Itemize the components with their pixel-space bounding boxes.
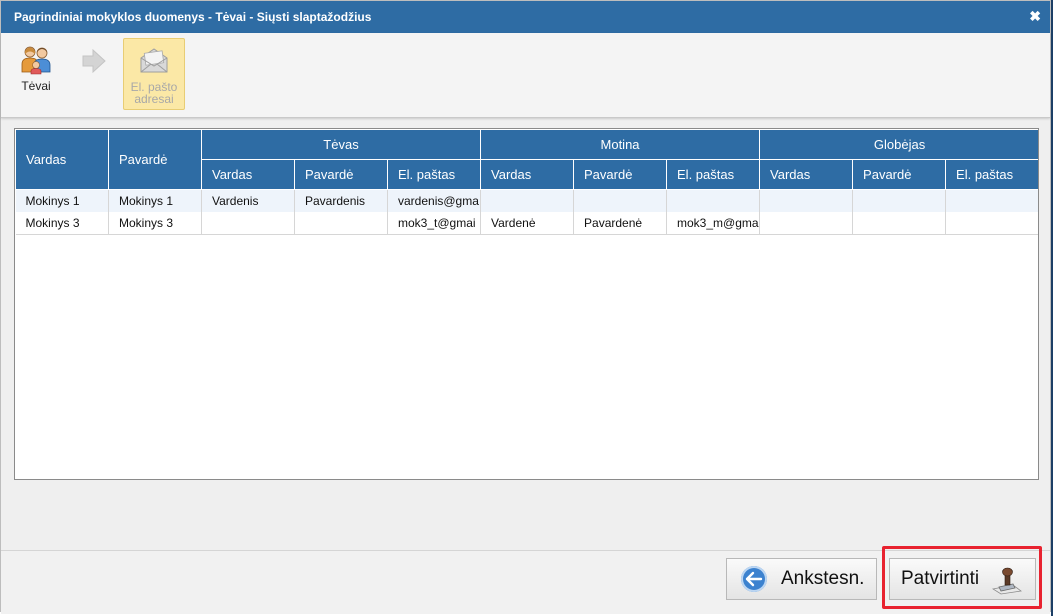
group-header-guardian: Globėjas <box>759 129 1038 160</box>
cell[interactable] <box>201 212 295 235</box>
title-bar: Pagrindiniai mokyklos duomenys - Tėvai -… <box>1 1 1050 33</box>
stamp-icon <box>991 567 1023 595</box>
cell[interactable]: Pavardenė <box>573 212 668 235</box>
cell[interactable]: vardenis@gma <box>387 189 482 212</box>
parents-table: Vardas Pavardė Tėvas Motina Globėjas Var… <box>15 129 1038 235</box>
cell[interactable]: Mokinys 1 <box>108 189 202 212</box>
col-header-father-name[interactable]: Vardas <box>201 159 295 190</box>
col-header-mother-surname[interactable]: Pavardė <box>573 159 668 190</box>
table-row[interactable]: Mokinys 1 Mokinys 1 Vardenis Pavardenis … <box>15 189 1038 212</box>
cell[interactable]: Mokinys 3 <box>15 212 109 235</box>
cell[interactable] <box>759 189 854 212</box>
confirm-button-label: Patvirtinti <box>901 568 980 589</box>
envelope-icon <box>140 48 168 73</box>
step-email-label: El. pašto adresai <box>130 80 178 106</box>
cell[interactable] <box>294 212 388 235</box>
cell[interactable] <box>480 189 575 212</box>
step-parents-label: Tėvai <box>21 79 51 93</box>
confirm-button[interactable]: Patvirtinti <box>889 558 1036 600</box>
cell[interactable]: Mokinys 3 <box>108 212 202 235</box>
col-header-mother-name[interactable]: Vardas <box>480 159 575 190</box>
col-header-guardian-surname[interactable]: Pavardė <box>852 159 947 190</box>
send-passwords-dialog: Pagrindiniai mokyklos duomenys - Tėvai -… <box>0 0 1051 614</box>
cell[interactable]: mok3_t@gmai <box>387 212 482 235</box>
back-button-label: Ankstesn. <box>781 568 865 589</box>
col-header-guardian-email[interactable]: El. paštas <box>945 159 1038 190</box>
col-header-guardian-name[interactable]: Vardas <box>759 159 854 190</box>
arrow-left-icon <box>741 566 767 592</box>
dialog-footer: Ankstesn. Patvirtinti <box>1 550 1050 614</box>
cell[interactable] <box>573 189 668 212</box>
group-header-mother: Motina <box>480 129 761 160</box>
cell[interactable] <box>852 212 947 235</box>
table-row[interactable]: Mokinys 3 Mokinys 3 mok3_t@gmai Vardenė … <box>15 212 1038 235</box>
cell[interactable]: mok3_m@gma <box>666 212 761 235</box>
cell[interactable]: Vardenis <box>201 189 295 212</box>
col-header-father-email[interactable]: El. paštas <box>386 159 482 190</box>
cell[interactable] <box>945 189 1038 212</box>
close-icon[interactable]: ✖ <box>1029 8 1041 25</box>
cell[interactable]: Vardenė <box>480 212 575 235</box>
parents-icon <box>21 46 51 75</box>
arrow-right-icon <box>82 48 106 74</box>
cell[interactable]: Pavardenis <box>294 189 388 212</box>
cell[interactable] <box>759 212 854 235</box>
cell[interactable] <box>666 189 761 212</box>
col-header-student-name[interactable]: Vardas <box>15 129 109 190</box>
parents-grid: Vardas Pavardė Tėvas Motina Globėjas Var… <box>14 128 1039 480</box>
cell[interactable] <box>945 212 1038 235</box>
group-header-father: Tėvas <box>200 129 482 160</box>
back-button[interactable]: Ankstesn. <box>726 558 877 600</box>
cell[interactable]: Mokinys 1 <box>15 189 109 212</box>
col-header-father-surname[interactable]: Pavardė <box>294 159 388 190</box>
step-parents[interactable]: Tėvai <box>5 38 67 110</box>
step-email-addresses[interactable]: El. pašto adresai <box>123 38 185 110</box>
col-header-mother-email[interactable]: El. paštas <box>666 159 761 190</box>
col-header-student-surname[interactable]: Pavardė <box>108 129 202 190</box>
dialog-title: Pagrindiniai mokyklos duomenys - Tėvai -… <box>14 10 372 24</box>
cell[interactable] <box>852 189 947 212</box>
wizard-toolbar: Tėvai El. pašto adresai <box>1 33 1050 118</box>
